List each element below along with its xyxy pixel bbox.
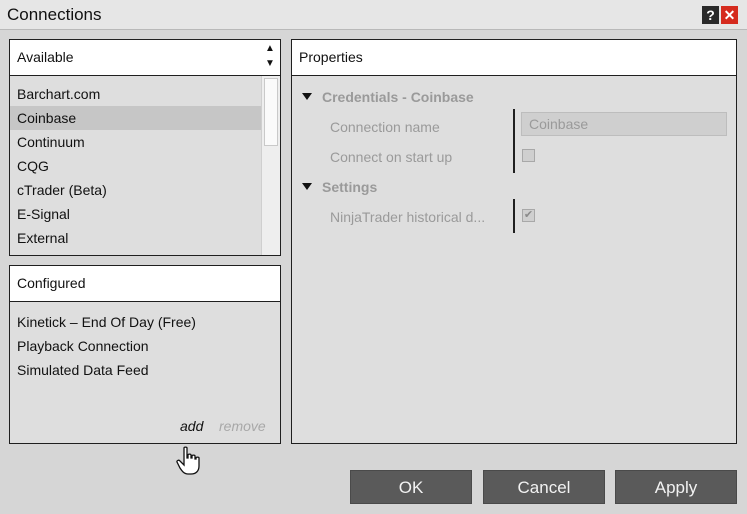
available-item-selected[interactable]: Coinbase (10, 106, 261, 130)
available-item[interactable]: Continuum (10, 130, 261, 154)
ok-button[interactable]: OK (350, 470, 472, 504)
configured-item[interactable]: Kinetick – End Of Day (Free) (10, 310, 280, 334)
spin-down-icon[interactable]: ▼ (265, 59, 275, 69)
properties-header: Properties (292, 40, 736, 76)
credentials-divider (513, 109, 515, 173)
checkmark-icon: ✔ (523, 209, 534, 221)
help-button[interactable]: ? (702, 6, 719, 24)
available-item[interactable]: Barchart.com (10, 82, 261, 106)
apply-button[interactable]: Apply (615, 470, 737, 504)
credentials-section[interactable]: Credentials - Coinbase (302, 89, 474, 105)
close-button[interactable]: ✕ (721, 6, 738, 24)
spin-up-icon[interactable]: ▲ (265, 44, 275, 54)
historical-checkbox[interactable]: ✔ (522, 209, 535, 222)
connect-on-startup-label: Connect on start up (330, 149, 453, 165)
scrollbar-thumb[interactable] (264, 78, 278, 146)
configured-item[interactable]: Playback Connection (10, 334, 280, 358)
available-item[interactable]: cTrader (Beta) (10, 178, 261, 202)
connect-on-startup-checkbox[interactable] (522, 149, 535, 162)
configured-header-label: Configured (17, 275, 86, 291)
available-spinner[interactable]: ▲ ▼ (261, 40, 280, 74)
properties-header-label: Properties (299, 49, 363, 65)
available-item[interactable]: E-Signal (10, 202, 261, 226)
available-header-label: Available (17, 49, 74, 65)
available-item[interactable]: CQG (10, 154, 261, 178)
configured-list: Kinetick – End Of Day (Free) Playback Co… (10, 310, 280, 382)
settings-section-label: Settings (322, 179, 378, 195)
title-bar: Connections ? ✕ (0, 0, 747, 30)
remove-link[interactable]: remove (219, 418, 266, 434)
window-title: Connections (7, 5, 102, 24)
properties-panel: Properties Credentials - Coinbase Connec… (291, 39, 737, 444)
historical-label: NinjaTrader historical d... (330, 209, 486, 225)
triangle-down-icon[interactable] (302, 182, 312, 190)
available-header: Available (10, 40, 280, 76)
settings-divider (513, 199, 515, 233)
connection-name-field[interactable]: Coinbase (521, 112, 727, 136)
add-link[interactable]: add (180, 418, 203, 434)
settings-section[interactable]: Settings (302, 179, 377, 195)
cancel-button[interactable]: Cancel (483, 470, 605, 504)
configured-item[interactable]: Simulated Data Feed (10, 358, 280, 382)
configured-panel: Configured Kinetick – End Of Day (Free) … (9, 265, 281, 444)
connection-name-label: Connection name (330, 119, 440, 135)
hand-pointer-icon (176, 446, 200, 475)
available-panel: Available ▲ ▼ Barchart.com Coinbase Cont… (9, 39, 281, 256)
credentials-section-label: Credentials - Coinbase (322, 89, 474, 105)
available-item[interactable]: External (10, 226, 261, 250)
available-list: Barchart.com Coinbase Continuum CQG cTra… (10, 82, 261, 250)
triangle-down-icon[interactable] (302, 92, 312, 100)
configured-header: Configured (10, 266, 280, 302)
available-scrollbar[interactable] (261, 76, 280, 255)
